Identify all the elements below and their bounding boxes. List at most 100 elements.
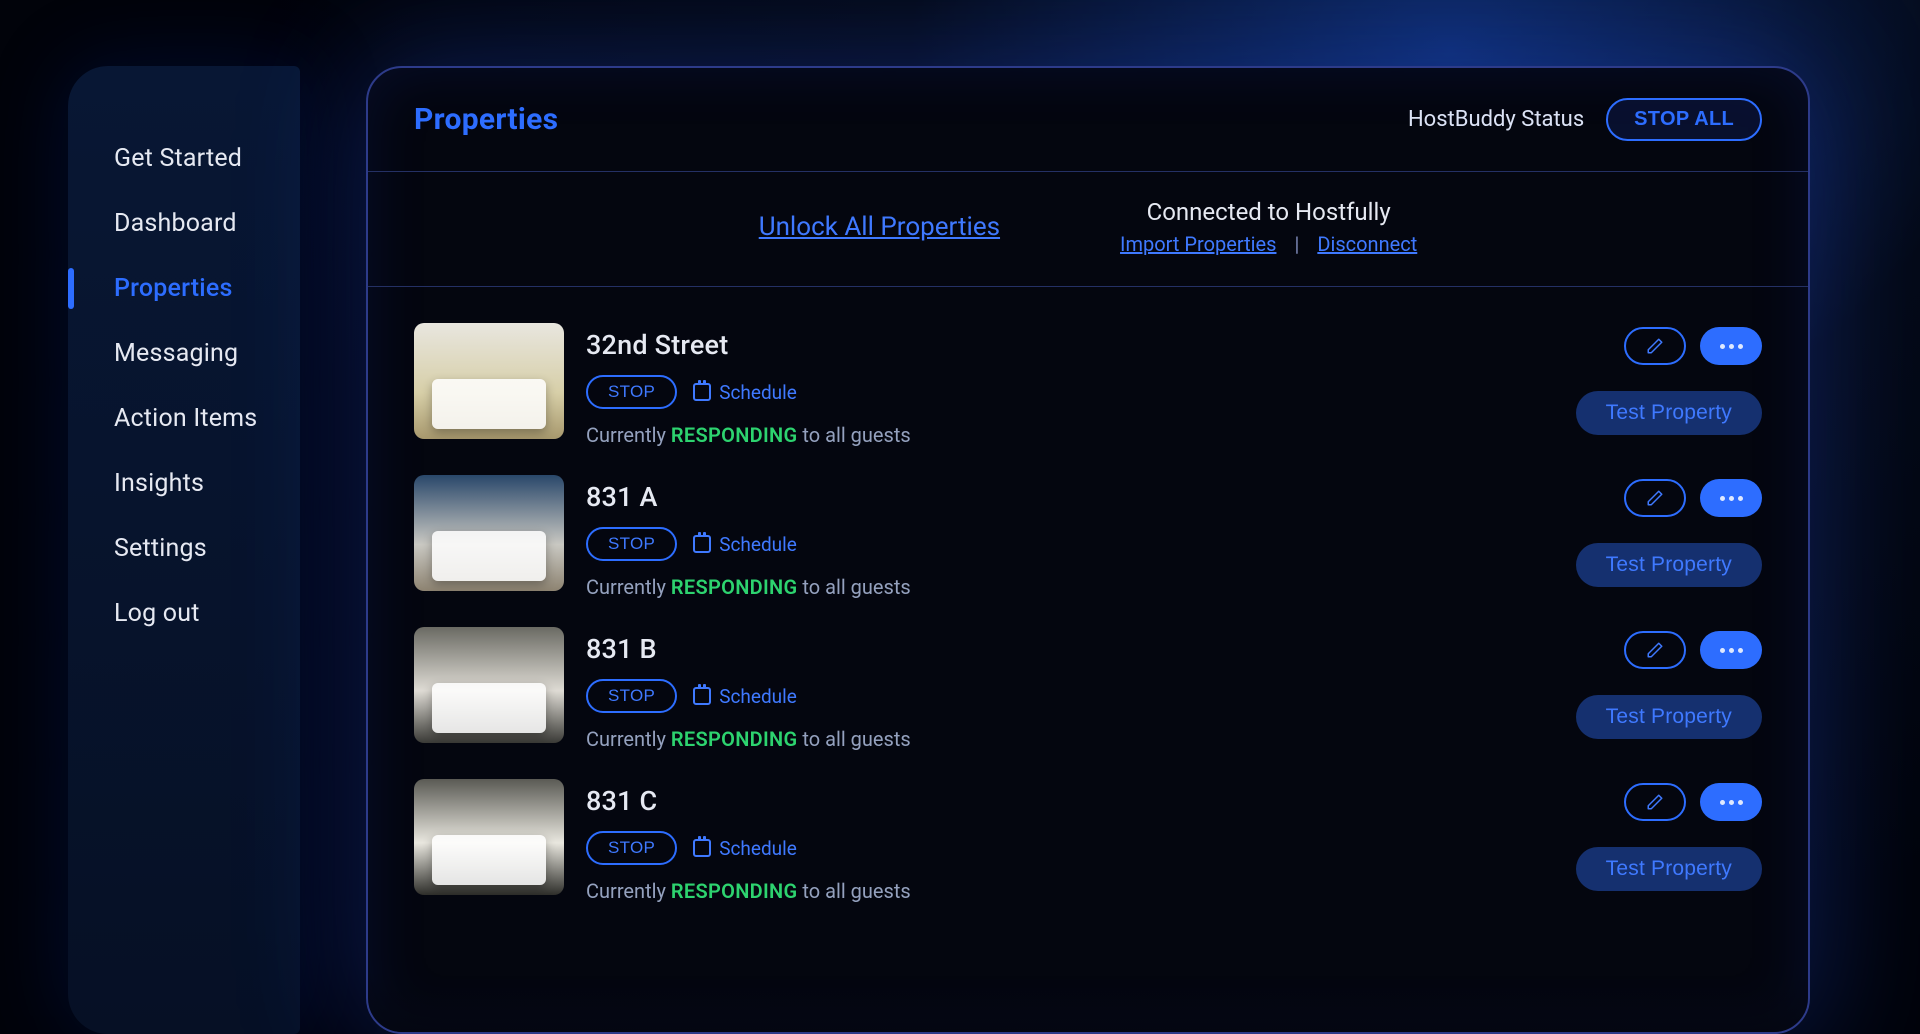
more-button[interactable] [1700,631,1762,669]
test-property-button[interactable]: Test Property [1576,695,1762,739]
property-thumbnail[interactable] [414,475,564,591]
edit-button[interactable] [1624,479,1686,517]
disconnect-link[interactable]: Disconnect [1317,232,1417,256]
property-info: 831 A STOP Schedule Currently RESPONDING… [586,475,1554,599]
schedule-label: Schedule [719,533,797,556]
sidebar-item-dashboard[interactable]: Dashboard [68,191,300,256]
sidebar-item-get-started[interactable]: Get Started [68,126,300,191]
calendar-icon [693,687,711,705]
test-property-button[interactable]: Test Property [1576,543,1762,587]
subbar: Unlock All Properties Connected to Hostf… [368,172,1808,287]
sidebar-item-label: Dashboard [114,209,237,238]
schedule-button[interactable]: Schedule [693,685,797,708]
test-property-button[interactable]: Test Property [1576,391,1762,435]
app-root: Get Started Dashboard Properties Messagi… [0,0,1920,1034]
pencil-icon [1646,337,1664,355]
test-property-button[interactable]: Test Property [1576,847,1762,891]
status-suffix: to all guests [797,727,910,751]
sidebar-item-log-out[interactable]: Log out [68,581,300,646]
schedule-label: Schedule [719,685,797,708]
action-icon-row [1624,631,1762,669]
stop-button[interactable]: STOP [586,375,677,409]
import-properties-link[interactable]: Import Properties [1120,232,1276,256]
action-icon-row [1624,479,1762,517]
connection-block: Connected to Hostfully Import Properties… [1120,198,1417,256]
property-info: 831 B STOP Schedule Currently RESPONDING… [586,627,1554,751]
status-line: Currently RESPONDING to all guests [586,879,1554,903]
property-actions: Test Property [1576,779,1762,891]
property-name: 32nd Street [586,329,1554,361]
action-icon-row [1624,783,1762,821]
sidebar-item-messaging[interactable]: Messaging [68,321,300,386]
stop-all-button[interactable]: STOP ALL [1606,98,1762,141]
divider: | [1294,232,1299,256]
page-title: Properties [414,102,558,137]
status-responding: RESPONDING [671,879,798,903]
property-row: 831 A STOP Schedule Currently RESPONDING… [414,475,1762,599]
sidebar-item-label: Settings [114,534,207,563]
schedule-label: Schedule [719,381,797,404]
status-suffix: to all guests [797,575,910,599]
sidebar-item-label: Log out [114,599,200,628]
calendar-icon [693,535,711,553]
header-right: HostBuddy Status STOP ALL [1408,98,1762,141]
sidebar-item-insights[interactable]: Insights [68,451,300,516]
status-responding: RESPONDING [671,727,798,751]
ellipsis-icon [1720,648,1743,653]
status-prefix: Currently [586,423,671,447]
sidebar: Get Started Dashboard Properties Messagi… [68,66,300,1034]
schedule-label: Schedule [719,837,797,860]
property-actions: Test Property [1576,475,1762,587]
status-prefix: Currently [586,575,671,599]
property-controls: STOP Schedule [586,375,1554,409]
property-name: 831 A [586,481,1554,513]
property-info: 831 C STOP Schedule Currently RESPONDING… [586,779,1554,903]
connection-title: Connected to Hostfully [1120,198,1417,226]
ellipsis-icon [1720,800,1743,805]
sidebar-item-label: Properties [114,274,233,303]
property-info: 32nd Street STOP Schedule Currently RESP… [586,323,1554,447]
sidebar-item-label: Action Items [114,404,257,433]
sidebar-item-settings[interactable]: Settings [68,516,300,581]
connection-links: Import Properties | Disconnect [1120,232,1417,256]
status-line: Currently RESPONDING to all guests [586,575,1554,599]
pencil-icon [1646,489,1664,507]
property-actions: Test Property [1576,323,1762,435]
status-line: Currently RESPONDING to all guests [586,727,1554,751]
property-controls: STOP Schedule [586,831,1554,865]
property-row: 831 B STOP Schedule Currently RESPONDING… [414,627,1762,751]
stop-button[interactable]: STOP [586,679,677,713]
stop-button[interactable]: STOP [586,831,677,865]
edit-button[interactable] [1624,783,1686,821]
more-button[interactable] [1700,327,1762,365]
sidebar-item-action-items[interactable]: Action Items [68,386,300,451]
sidebar-item-properties[interactable]: Properties [68,256,300,321]
property-row: 32nd Street STOP Schedule Currently RESP… [414,323,1762,447]
schedule-button[interactable]: Schedule [693,837,797,860]
ellipsis-icon [1720,344,1743,349]
unlock-all-properties-link[interactable]: Unlock All Properties [759,212,1000,242]
more-button[interactable] [1700,479,1762,517]
schedule-button[interactable]: Schedule [693,533,797,556]
property-thumbnail[interactable] [414,323,564,439]
property-name: 831 C [586,785,1554,817]
calendar-icon [693,839,711,857]
edit-button[interactable] [1624,327,1686,365]
action-icon-row [1624,327,1762,365]
property-actions: Test Property [1576,627,1762,739]
edit-button[interactable] [1624,631,1686,669]
more-button[interactable] [1700,783,1762,821]
property-name: 831 B [586,633,1554,665]
property-controls: STOP Schedule [586,679,1554,713]
hostbuddy-status-label: HostBuddy Status [1408,107,1584,132]
property-thumbnail[interactable] [414,779,564,895]
ellipsis-icon [1720,496,1743,501]
property-thumbnail[interactable] [414,627,564,743]
stop-button[interactable]: STOP [586,527,677,561]
property-list: 32nd Street STOP Schedule Currently RESP… [368,287,1808,903]
status-prefix: Currently [586,879,671,903]
main-panel: Properties HostBuddy Status STOP ALL Unl… [366,66,1810,1034]
status-responding: RESPONDING [671,575,798,599]
pencil-icon [1646,793,1664,811]
schedule-button[interactable]: Schedule [693,381,797,404]
